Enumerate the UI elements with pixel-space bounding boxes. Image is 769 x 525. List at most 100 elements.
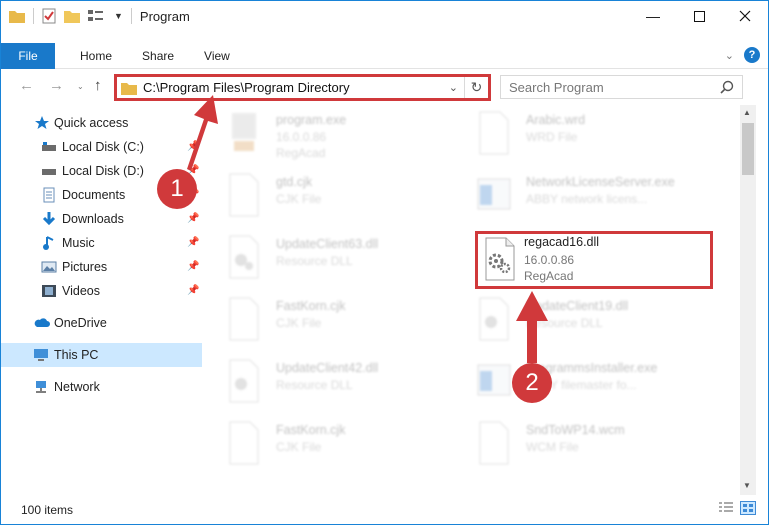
search-input[interactable]: Search Program [500, 75, 743, 99]
refresh-icon: ↻ [470, 79, 483, 95]
file-detail: Resource DLL [276, 378, 353, 392]
sidebar-item-pictures[interactable]: Pictures 📌 [1, 255, 202, 279]
scroll-down-icon[interactable]: ▼ [743, 481, 751, 490]
qa-dropdown-icon[interactable]: ▼ [114, 11, 123, 21]
step-badge-2: 2 [512, 363, 552, 403]
sidebar-item-music[interactable]: Music 📌 [1, 231, 202, 255]
pin-icon[interactable]: 📌 [187, 141, 199, 152]
pin-icon[interactable]: 📌 [187, 237, 199, 248]
sidebar-item-videos[interactable]: Videos 📌 [1, 279, 202, 303]
file-item[interactable]: ProgrammsInstaller.exe ABBY filemaster f… [466, 355, 706, 411]
customize-view-icon[interactable] [88, 9, 106, 23]
file-item[interactable]: UpdateClient42.dll Resource DLL [216, 355, 456, 411]
maximize-icon [693, 10, 705, 22]
file-detail: Resource DLL [276, 254, 353, 268]
scrollbar-thumb[interactable] [742, 123, 754, 175]
file-item[interactable]: program.exe 16.0.0.86 RegAcad [216, 107, 456, 163]
documents-icon [43, 187, 55, 203]
file-detail: CJK File [276, 316, 322, 330]
status-bar: 100 items [1, 495, 768, 524]
file-detail: CJK File [276, 192, 322, 206]
file-item[interactable]: SndToWP14.wcm WCM File [466, 417, 706, 473]
sidebar-item-local-disk-c[interactable]: Local Disk (C:) 📌 [1, 135, 202, 159]
scroll-up-icon[interactable]: ▲ [743, 108, 751, 117]
details-view-icon[interactable] [718, 501, 734, 515]
title-bar: ▼ Program — [1, 1, 768, 31]
forward-icon[interactable]: → [49, 77, 64, 94]
tab-home[interactable]: Home [65, 49, 127, 63]
file-name: NetworkLicenseServer.exe [526, 175, 675, 189]
sidebar-item-label: OneDrive [54, 316, 107, 330]
file-icon [479, 421, 509, 465]
sidebar-item-label: Local Disk (C:) [62, 140, 144, 154]
dll-icon [229, 359, 259, 403]
back-icon[interactable]: ← [19, 77, 34, 94]
file-name: UpdateClient63.dll [276, 237, 379, 251]
pin-icon[interactable]: 📌 [187, 261, 199, 272]
file-item[interactable]: NetworkLicenseServer.exe ABBY network li… [466, 169, 706, 225]
sidebar-item-downloads[interactable]: Downloads 📌 [1, 207, 202, 231]
help-button[interactable]: ? [744, 47, 760, 63]
sidebar-item-this-pc[interactable]: This PC [1, 343, 202, 367]
dll-icon [229, 235, 259, 279]
file-item[interactable]: FastKorn.cjk CJK File [216, 417, 456, 473]
drive-icon [42, 142, 56, 151]
navigation-bar: ← → ⌄ ↑ C:\Program Files\Program Directo… [1, 71, 768, 103]
dll-icon [479, 297, 509, 341]
sidebar-item-label: Pictures [62, 260, 108, 274]
sidebar-item-label: Music [62, 236, 95, 250]
file-item[interactable]: FastKorn.cjk CJK File [216, 293, 456, 349]
file-name: FastKorn.cjk [276, 423, 346, 437]
sidebar-item-label: Network [54, 380, 100, 394]
sidebar-item-label: This PC [54, 348, 99, 362]
recent-locations-icon[interactable]: ⌄ [77, 82, 84, 91]
sidebar-item-network[interactable]: Network [1, 375, 202, 399]
highlight-box-file [475, 231, 713, 289]
download-icon [42, 212, 56, 226]
app-icon [477, 364, 511, 396]
up-icon[interactable]: ↑ [94, 77, 102, 94]
star-icon [35, 116, 49, 129]
file-name: SndToWP14.wcm [526, 423, 625, 437]
folder-icon [121, 82, 137, 95]
file-name: UpdateClient19.dll [526, 299, 629, 313]
network-icon [36, 381, 46, 393]
properties-icon[interactable] [42, 8, 56, 24]
sidebar-item-quick-access[interactable]: Quick access [1, 111, 202, 135]
file-item[interactable]: gtd.cjk CJK File [216, 169, 456, 225]
file-detail: 16.0.0.86 [276, 130, 327, 144]
file-item[interactable]: Arabic.wrd WRD File [466, 107, 706, 163]
file-item[interactable]: UpdateClient63.dll Resource DLL [216, 231, 456, 287]
sidebar-item-label: Quick access [54, 116, 129, 130]
refresh-button[interactable]: ↻ [464, 77, 488, 98]
drive-icon [42, 169, 56, 175]
minimize-button[interactable]: — [630, 1, 676, 31]
explorer-window: ▼ Program — File Home Share View ⌄ ? ← →… [0, 0, 769, 525]
pin-icon[interactable]: 📌 [187, 213, 199, 224]
window-controls: — [630, 1, 768, 31]
tab-file[interactable]: File [1, 42, 55, 69]
maximize-button[interactable] [676, 1, 722, 31]
file-icon [229, 421, 259, 465]
new-folder-icon[interactable] [64, 9, 80, 23]
music-icon [43, 236, 54, 250]
file-item[interactable]: UpdateClient19.dll Resource DLL [466, 293, 706, 349]
vertical-scrollbar[interactable]: ▲ ▼ [740, 105, 756, 495]
navigation-pane: Quick access Local Disk (C:) 📌 Local Dis… [1, 105, 202, 495]
file-detail: Resource DLL [526, 316, 603, 330]
tab-view[interactable]: View [189, 49, 245, 63]
app-icon [477, 178, 511, 210]
address-dropdown-icon[interactable]: ⌄ [449, 81, 458, 94]
close-button[interactable] [722, 1, 768, 31]
pictures-icon [41, 261, 57, 273]
expand-ribbon-icon[interactable]: ⌄ [725, 49, 734, 62]
large-icons-view-icon[interactable] [740, 501, 756, 515]
file-name: program.exe [276, 113, 347, 127]
sidebar-item-onedrive[interactable]: OneDrive [1, 311, 202, 335]
view-toggle [718, 501, 756, 515]
pin-icon[interactable]: 📌 [187, 285, 199, 296]
tab-share[interactable]: Share [127, 49, 189, 63]
ribbon-tabs: File Home Share View ⌄ ? [1, 42, 768, 69]
address-bar[interactable]: C:\Program Files\Program Directory ⌄ ↻ [114, 74, 491, 101]
file-name: UpdateClient42.dll [276, 361, 379, 375]
